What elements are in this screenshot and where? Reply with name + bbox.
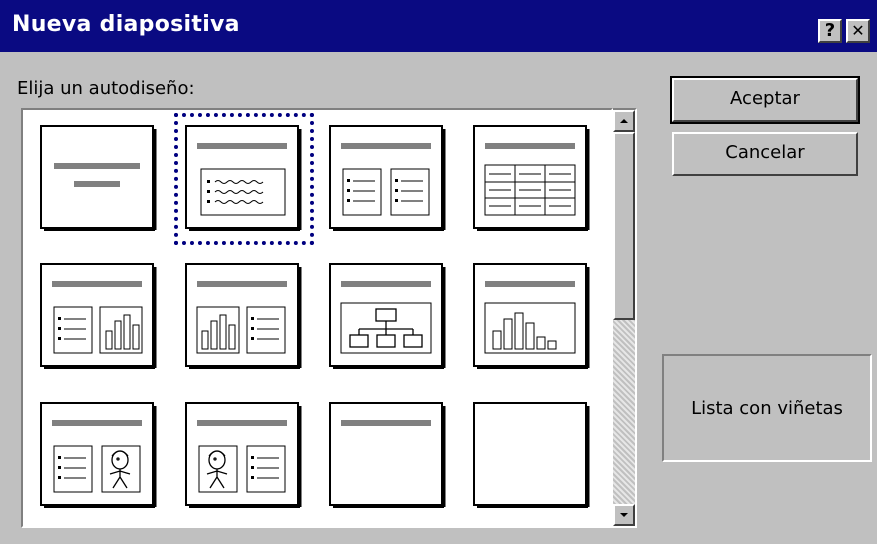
layout-blank[interactable]: [473, 402, 591, 508]
layout-gallery: [21, 108, 613, 528]
layout-title-slide[interactable]: [40, 125, 158, 231]
layout-text-and-chart[interactable]: [40, 263, 158, 369]
layout-two-column-text[interactable]: [329, 125, 447, 231]
up-arrow-icon: [620, 119, 628, 123]
selected-layout-name: Lista con viñetas: [691, 397, 843, 419]
close-button[interactable]: ✕: [846, 19, 870, 43]
layout-chart[interactable]: [473, 263, 591, 369]
dialog-title: Nueva diapositiva: [12, 12, 240, 37]
scroll-down-button[interactable]: [613, 504, 635, 526]
layout-chart-and-text[interactable]: [185, 263, 303, 369]
help-button[interactable]: ?: [818, 19, 842, 43]
selection-focus-rect: [174, 113, 314, 245]
gallery-scrollbar[interactable]: [613, 108, 637, 528]
ok-button[interactable]: Aceptar: [670, 76, 860, 124]
scroll-thumb[interactable]: [613, 132, 635, 320]
scroll-up-button[interactable]: [613, 110, 635, 132]
layout-table[interactable]: [473, 125, 591, 231]
cancel-button[interactable]: Cancelar: [672, 132, 858, 176]
layout-clip-art-and-text[interactable]: [185, 402, 303, 508]
layout-text-and-clip-art[interactable]: [40, 402, 158, 508]
layout-title-only[interactable]: [329, 402, 447, 508]
layout-organization-chart[interactable]: [329, 263, 447, 369]
down-arrow-icon: [620, 513, 628, 517]
layout-prompt-label: Elija un autodiseño:: [17, 78, 195, 99]
title-bar[interactable]: Nueva diapositiva ? ✕: [0, 0, 877, 52]
layout-name-preview: Lista con viñetas: [662, 354, 872, 462]
